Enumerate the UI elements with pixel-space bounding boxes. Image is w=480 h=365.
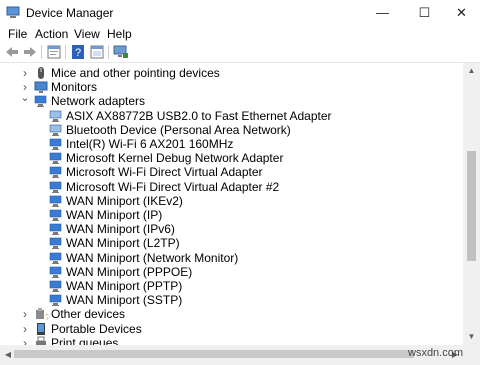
print-queue-icon — [36, 336, 46, 345]
scan-hardware-icon[interactable] — [113, 44, 129, 60]
menu-view[interactable]: View — [74, 27, 100, 41]
tree-item-label: ASIX AX88772B USB2.0 to Fast Ethernet Ad… — [66, 108, 332, 123]
tree-device-item[interactable]: Microsoft Wi-Fi Direct Virtual Adapter #… — [0, 180, 463, 194]
tree-item-label: WAN Miniport (PPTP) — [66, 279, 183, 293]
tree-item-label: Microsoft Kernel Debug Network Adapter — [66, 151, 284, 166]
scrollbar-corner — [463, 345, 480, 365]
watermark: wsxdn.com — [408, 347, 464, 359]
tree-category[interactable]: › Monitors — [0, 80, 463, 94]
tree-item-label: WAN Miniport (PPPOE) — [66, 264, 193, 279]
scroll-left-arrow-icon[interactable]: ◀ — [2, 349, 14, 361]
tree-item-label: Other devices — [51, 307, 126, 322]
tree-item-label: Intel(R) Wi-Fi 6 AX201 160MHz — [66, 137, 234, 151]
tree-device-item[interactable]: WAN Miniport (IPv6) — [0, 222, 463, 236]
network-adapter-icon — [49, 238, 62, 250]
network-adapter-icon — [49, 209, 62, 221]
network-adapter-icon — [49, 252, 62, 264]
tree-device-item[interactable]: WAN Miniport (IKEv2) — [0, 194, 463, 208]
tree-device-item[interactable]: WAN Miniport (SSTP) — [0, 293, 463, 307]
tree-item-label: WAN Miniport (IKEv2) — [66, 193, 183, 208]
tree-device-item[interactable]: WAN Miniport (PPTP) — [0, 279, 463, 293]
tree-category[interactable]: › Mice and other pointing devices — [0, 66, 463, 80]
tree-device-item[interactable]: Intel(R) Wi-Fi 6 AX201 160MHz — [0, 137, 463, 151]
chevron-right-icon[interactable]: › — [20, 307, 30, 321]
monitor-icon — [34, 81, 48, 94]
tree-device-item[interactable]: Microsoft Wi-Fi Direct Virtual Adapter — [0, 165, 463, 179]
show-hidden-icon[interactable] — [89, 44, 105, 60]
chevron-right-icon[interactable]: › — [20, 322, 30, 336]
tree-category[interactable]: › Print queues — [0, 336, 463, 345]
tree-item-label: WAN Miniport (IP) — [66, 208, 163, 222]
tree-item-label: WAN Miniport (Network Monitor) — [66, 250, 239, 265]
horizontal-scrollbar[interactable]: ◀ ▶ — [0, 345, 463, 365]
network-adapter-icon — [49, 195, 62, 207]
minimize-button[interactable]: — — [364, 0, 401, 26]
tree-device-item[interactable]: WAN Miniport (Network Monitor) — [0, 251, 463, 265]
tree-item-label: Monitors — [51, 80, 98, 95]
svg-text:?: ? — [75, 47, 81, 59]
title-bar: Device Manager — ☐ ✕ — [0, 0, 480, 26]
toolbar-separator — [41, 45, 42, 59]
menu-action[interactable]: Action — [35, 27, 68, 41]
network-adapter-icon — [49, 280, 62, 292]
chevron-down-icon[interactable]: ⌄ — [20, 91, 30, 105]
tree-item-label: Microsoft Wi-Fi Direct Virtual Adapter #… — [66, 179, 280, 194]
tree-category[interactable]: ›?Other devices — [0, 307, 463, 321]
tree-device-item[interactable]: WAN Miniport (L2TP) — [0, 236, 463, 250]
network-adapter-icon — [49, 138, 62, 150]
svg-text:?: ? — [45, 313, 48, 321]
tree-item-label: Portable Devices — [51, 321, 142, 336]
vertical-scroll-thumb[interactable] — [467, 151, 476, 261]
properties-icon[interactable] — [46, 44, 62, 60]
other-devices-icon: ? — [36, 308, 48, 321]
menu-bar: File Action View Help — [0, 26, 480, 42]
back-arrow-icon[interactable] — [4, 44, 20, 60]
chevron-right-icon[interactable]: › — [20, 336, 30, 345]
network-adapter-icon — [34, 96, 47, 108]
portable-devices-icon — [37, 322, 45, 335]
window-title: Device Manager — [26, 6, 114, 20]
device-tree: › Mice and other pointing devices › Monitor… — [0, 63, 463, 345]
tree-item-label: Mice and other pointing devices — [51, 66, 220, 80]
help-icon[interactable]: ? — [70, 44, 86, 60]
scroll-up-arrow-icon[interactable]: ▲ — [463, 65, 480, 77]
forward-arrow-icon[interactable] — [22, 44, 38, 60]
network-adapter-icon — [49, 223, 62, 236]
chevron-right-icon[interactable]: › — [20, 66, 30, 80]
menu-help[interactable]: Help — [107, 27, 132, 41]
tree-item-label: Microsoft Wi-Fi Direct Virtual Adapter — [66, 165, 263, 180]
tree-device-item[interactable]: WAN Miniport (PPPOE) — [0, 265, 463, 279]
tree-device-item[interactable]: Microsoft Kernel Debug Network Adapter — [0, 151, 463, 165]
horizontal-scroll-thumb[interactable] — [14, 350, 414, 358]
device-manager-app-icon — [6, 6, 20, 18]
tree-device-item[interactable]: WAN Miniport (IP) — [0, 208, 463, 222]
close-button[interactable]: ✕ — [443, 0, 480, 26]
tree-category[interactable]: ⌄ Network adapters — [0, 91, 463, 109]
network-adapter-icon — [49, 110, 62, 122]
tree-item-label: Network adapters — [51, 94, 146, 109]
toolbar-separator — [108, 45, 109, 59]
tree-item-label: WAN Miniport (L2TP) — [66, 236, 180, 251]
maximize-button[interactable]: ☐ — [406, 0, 443, 26]
tree-item-label: Bluetooth Device (Personal Area Network) — [66, 122, 291, 137]
tree-item-label: WAN Miniport (IPv6) — [66, 222, 175, 237]
tree-device-item[interactable]: ASIX AX88772B USB2.0 to Fast Ethernet Ad… — [0, 109, 463, 123]
network-adapter-icon — [49, 294, 62, 307]
mouse-icon — [38, 67, 44, 79]
tree-item-label: Print queues — [51, 335, 119, 345]
network-adapter-icon — [49, 167, 62, 179]
network-adapter-icon — [49, 124, 62, 136]
vertical-scrollbar[interactable]: ▲ ▼ — [463, 63, 480, 345]
network-adapter-icon — [49, 152, 62, 165]
network-adapter-icon — [49, 181, 62, 193]
toolbar-separator — [65, 45, 66, 59]
tree-item-label: WAN Miniport (SSTP) — [66, 293, 183, 308]
tree-device-item[interactable]: Bluetooth Device (Personal Area Network) — [0, 123, 463, 137]
scroll-down-arrow-icon[interactable]: ▼ — [463, 331, 480, 343]
toolbar: ? — [0, 42, 480, 63]
tree-category[interactable]: › Portable Devices — [0, 322, 463, 336]
menu-file[interactable]: File — [8, 27, 27, 41]
network-adapter-icon — [49, 266, 62, 278]
